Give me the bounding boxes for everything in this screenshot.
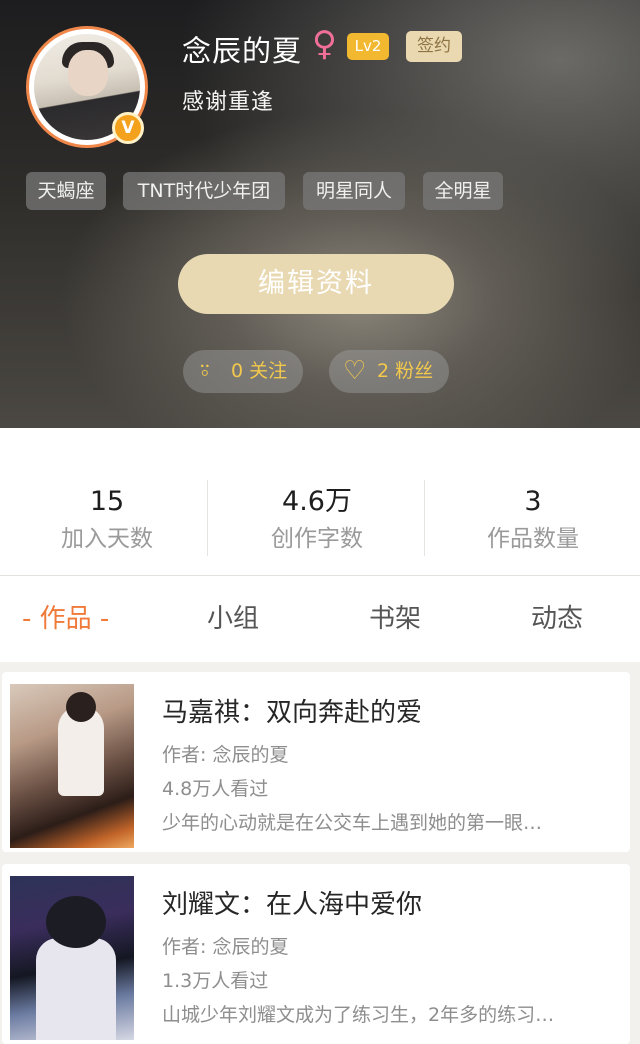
- book-cover-image[interactable]: [10, 876, 134, 1040]
- tab-works[interactable]: - 作品 -: [22, 602, 109, 636]
- female-icon: ♀: [312, 24, 337, 64]
- work-views: 4.8万人看过: [162, 778, 269, 800]
- list-item[interactable]: 马嘉祺：双向奔赴的爱 作者: 念辰的夏 4.8万人看过 少年的心动就是在公交车上…: [2, 672, 630, 852]
- tab-activity[interactable]: 动态: [531, 602, 583, 636]
- profile-page: V 念辰的夏 ♀ Lv2 签约 感谢重逢 天蝎座 TNT时代少年团 明星同人 全…: [0, 0, 640, 1044]
- tab-groups[interactable]: 小组: [207, 602, 259, 636]
- tab-bookshelf[interactable]: 书架: [369, 602, 421, 636]
- stats-bar: 15 加入天数 4.6万 创作字数 3 作品数量: [0, 428, 640, 576]
- divider: [424, 480, 425, 556]
- stat-label: 加入天数: [61, 526, 153, 552]
- divider: [207, 480, 208, 556]
- stat-join-days: 15 加入天数: [0, 486, 214, 556]
- tag-item[interactable]: TNT时代少年团: [123, 172, 285, 210]
- stat-value: 15: [89, 486, 125, 517]
- stat-label: 创作字数: [271, 526, 363, 552]
- cover-figure: [36, 938, 116, 1040]
- cover-figure-head: [46, 896, 106, 948]
- tag-item[interactable]: 明星同人: [303, 172, 405, 210]
- stat-value: 4.6万: [282, 486, 352, 517]
- cover-figure-head: [66, 692, 96, 722]
- profile-header: V 念辰的夏 ♀ Lv2 签约 感谢重逢 天蝎座 TNT时代少年团 明星同人 全…: [0, 0, 640, 428]
- heart-icon: ♡: [343, 356, 367, 386]
- work-author: 作者: 念辰的夏: [162, 936, 289, 958]
- edit-profile-button[interactable]: 编辑资料: [178, 254, 454, 314]
- book-cover-image[interactable]: [10, 684, 134, 848]
- tag-item[interactable]: 天蝎座: [26, 172, 106, 210]
- work-author: 作者: 念辰的夏: [162, 744, 289, 766]
- fans-label: 2 粉丝: [377, 360, 434, 382]
- stat-value: 3: [524, 486, 542, 517]
- username: 念辰的夏: [182, 34, 303, 68]
- fans-button[interactable]: ♡ 2 粉丝: [329, 350, 449, 393]
- work-description: 山城少年刘耀文成为了练习生，2年多的练习…: [162, 1004, 555, 1026]
- list-item[interactable]: 刘耀文：在人海中爱你 作者: 念辰的夏 1.3万人看过 山城少年刘耀文成为了练习…: [2, 864, 630, 1044]
- profile-tabs: - 作品 - 小组 书架 动态: [0, 576, 640, 662]
- work-description: 少年的心动就是在公交车上遇到她的第一眼…: [162, 812, 543, 834]
- following-button[interactable]: ⍤ 0 关注: [183, 350, 303, 393]
- following-label: 0 关注: [231, 360, 288, 382]
- verified-badge-icon: V: [112, 112, 144, 144]
- add-user-icon: ⍤: [197, 356, 213, 386]
- profile-motto: 感谢重逢: [182, 90, 275, 115]
- work-views: 1.3万人看过: [162, 970, 269, 992]
- work-title[interactable]: 刘耀文：在人海中爱你: [162, 888, 422, 922]
- tag-item[interactable]: 全明星: [423, 172, 503, 210]
- avatar-face: [68, 50, 108, 96]
- stat-word-count: 4.6万 创作字数: [210, 486, 424, 556]
- stat-label: 作品数量: [487, 526, 579, 552]
- works-list: 马嘉祺：双向奔赴的爱 作者: 念辰的夏 4.8万人看过 少年的心动就是在公交车上…: [0, 662, 640, 1044]
- signed-badge[interactable]: 签约: [406, 31, 462, 62]
- work-title[interactable]: 马嘉祺：双向奔赴的爱: [162, 696, 422, 730]
- level-badge[interactable]: Lv2: [347, 33, 389, 60]
- stat-works-count: 3 作品数量: [426, 486, 640, 556]
